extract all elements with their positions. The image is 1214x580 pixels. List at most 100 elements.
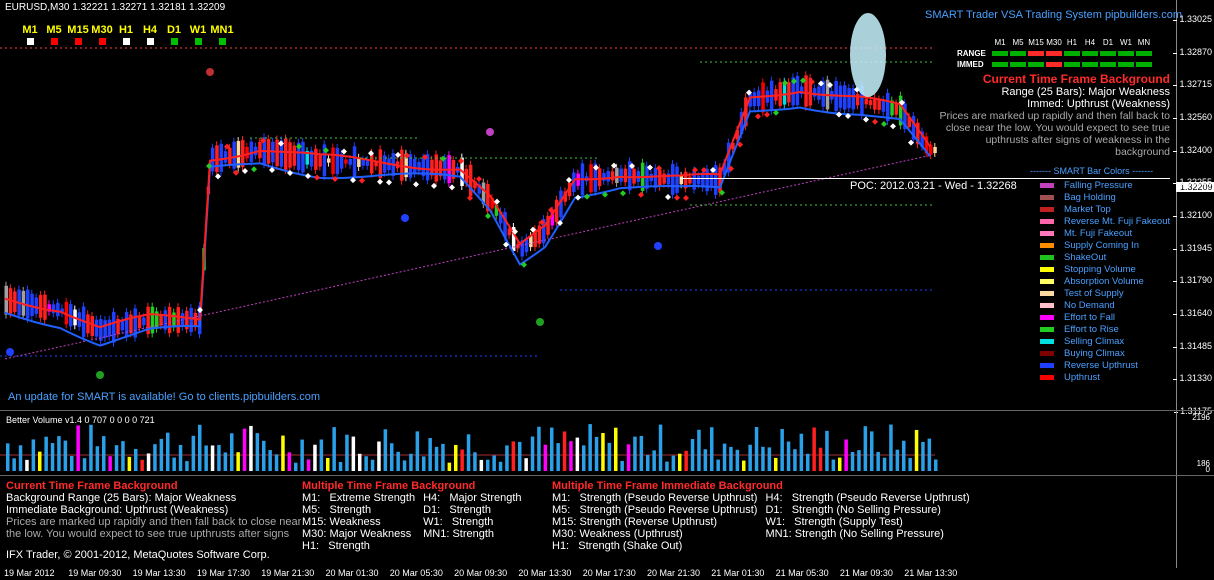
- volume-bar: [204, 445, 208, 471]
- legend-label: Mt. Fuji Fakeout: [1064, 227, 1133, 239]
- time-tick: 20 Mar 09:30: [454, 568, 508, 578]
- volume-zero-tick: 0: [1205, 465, 1210, 474]
- matrix-immed-cell: [1118, 62, 1134, 67]
- volume-bar: [671, 455, 676, 471]
- legend-item: Absorption Volume: [1040, 275, 1170, 287]
- legend-label: Selling Climax: [1064, 335, 1125, 347]
- volume-bar: [82, 458, 87, 471]
- time-tick: 20 Mar 01:30: [325, 568, 379, 578]
- matrix-range-cell: [1064, 51, 1080, 56]
- volume-bar: [146, 453, 151, 471]
- candle-body: [43, 294, 47, 320]
- volume-bar: [658, 424, 663, 471]
- volume-axis: 2196 186 0: [1176, 411, 1214, 475]
- time-axis[interactable]: 19 Mar 2012 19 Mar 09:30 19 Mar 13:30 19 Ma…: [0, 568, 1176, 580]
- volume-bar: [754, 426, 759, 471]
- timeframe-w1: W1: [186, 24, 210, 45]
- candle-body: [292, 145, 297, 166]
- candle-body: [881, 99, 886, 112]
- candle-body: [331, 147, 335, 175]
- matrix-range-cell: [1136, 51, 1152, 56]
- volume-bar: [294, 462, 298, 471]
- matrix-header-cell: MN: [1137, 38, 1151, 47]
- volume-bar: [50, 443, 55, 471]
- info-col3-title: Multiple Time Frame Immediate Background: [552, 480, 783, 492]
- volume-bar: [498, 461, 503, 471]
- signal-diamond: [476, 176, 482, 182]
- candle-body: [843, 85, 847, 110]
- volume-bar: [748, 444, 752, 471]
- candle-body: [344, 159, 348, 164]
- info-col3-right: H4: Strength (Pseudo Reverse Upthrust) D…: [765, 492, 970, 540]
- volume-bar: [76, 425, 80, 471]
- signal-diamond: [683, 195, 689, 201]
- matrix-immed-cell: [1082, 62, 1098, 67]
- legend-label: Falling Pressure: [1064, 179, 1133, 191]
- legend-item: Effort to Fall: [1040, 311, 1170, 323]
- volume-bar: [934, 459, 938, 471]
- volume-bar: [927, 438, 932, 471]
- matrix-immed-cell: [1046, 62, 1062, 67]
- timeframe-status-square: [218, 38, 226, 45]
- background-range: Range (25 Bars): Major Weakness: [1001, 86, 1170, 98]
- volume-bar: [358, 453, 362, 471]
- update-message[interactable]: An update for SMART is available! Go to …: [8, 391, 320, 403]
- info-mtf-background: Multiple Time Frame Background M1: Extre…: [302, 480, 522, 552]
- timeframe-label: W1: [189, 24, 207, 36]
- candle-body: [245, 146, 249, 159]
- signal-diamond: [638, 191, 644, 198]
- signal-diamond: [377, 178, 383, 185]
- matrix-range-cell: [992, 51, 1008, 56]
- volume-bar: [524, 458, 528, 471]
- price-tick: 1.32870: [1173, 46, 1212, 57]
- legend-label: Supply Coming In: [1064, 239, 1139, 251]
- volume-bar: [505, 445, 509, 471]
- timeframe-label: MN1: [210, 24, 234, 36]
- price-tick: 1.31790: [1173, 275, 1212, 286]
- matrix-header-cell: H4: [1084, 38, 1096, 47]
- timeframe-status-square: [98, 38, 106, 45]
- volume-bar: [703, 449, 708, 471]
- signal-diamond: [755, 113, 761, 120]
- candle-body: [443, 157, 447, 180]
- matrix-immed-cell: [1010, 62, 1026, 67]
- volume-bar: [230, 433, 234, 471]
- volume-bar: [479, 459, 484, 471]
- price-chart[interactable]: EURUSD,M30 1.32221 1.32271 1.32181 1.322…: [0, 0, 1214, 416]
- candle-body: [606, 171, 610, 182]
- signal-diamond: [359, 177, 365, 184]
- volume-bar: [364, 456, 368, 471]
- volume-bar: [441, 443, 445, 471]
- signal-dot: [536, 318, 544, 326]
- price-tick: 1.32715: [1173, 79, 1212, 90]
- volume-bar: [812, 427, 816, 471]
- candle-body: [597, 168, 602, 187]
- poc-label: POC: 2012.03.21 - Wed - 1.32268: [850, 180, 1017, 192]
- matrix-header-cell: D1: [1102, 38, 1114, 47]
- legend-label: Stopping Volume: [1064, 263, 1136, 275]
- volume-bar: [863, 426, 868, 471]
- price-axis[interactable]: 1.32209 1.33025 1.32870 1.32715 1.32560 1.32…: [1173, 0, 1214, 416]
- volume-bar: [742, 460, 746, 471]
- candle-body: [189, 307, 193, 333]
- timeframe-label: D1: [166, 24, 182, 36]
- time-tick: 21 Mar 09:30: [839, 568, 893, 578]
- volume-panel[interactable]: Better Volume v1.4 0 707 0 0 0 0 721 219…: [0, 411, 1214, 475]
- volume-bar: [684, 450, 688, 471]
- volume-bar: [582, 445, 586, 471]
- matrix-immed-cell: [1136, 62, 1152, 67]
- timeframe-m1: M1: [18, 24, 42, 45]
- volume-bar: [89, 424, 93, 471]
- volume-bar: [774, 457, 778, 471]
- time-tick: 21 Mar 13:30: [904, 568, 958, 578]
- info-col2-title: Multiple Time Frame Background: [302, 480, 476, 492]
- volume-bar: [326, 457, 330, 471]
- candle-body: [38, 295, 43, 318]
- candle-body: [327, 158, 331, 163]
- info-col1-title: Current Time Frame Background: [6, 480, 178, 492]
- candle-body: [30, 293, 34, 317]
- timeframe-row: M1 M5 M15 M30 H1 H4 D1 W1 MN1: [18, 24, 234, 45]
- legend-item: No Demand: [1040, 299, 1170, 311]
- matrix-range-cell: [1028, 51, 1044, 56]
- price-tick: 1.32400: [1173, 144, 1212, 155]
